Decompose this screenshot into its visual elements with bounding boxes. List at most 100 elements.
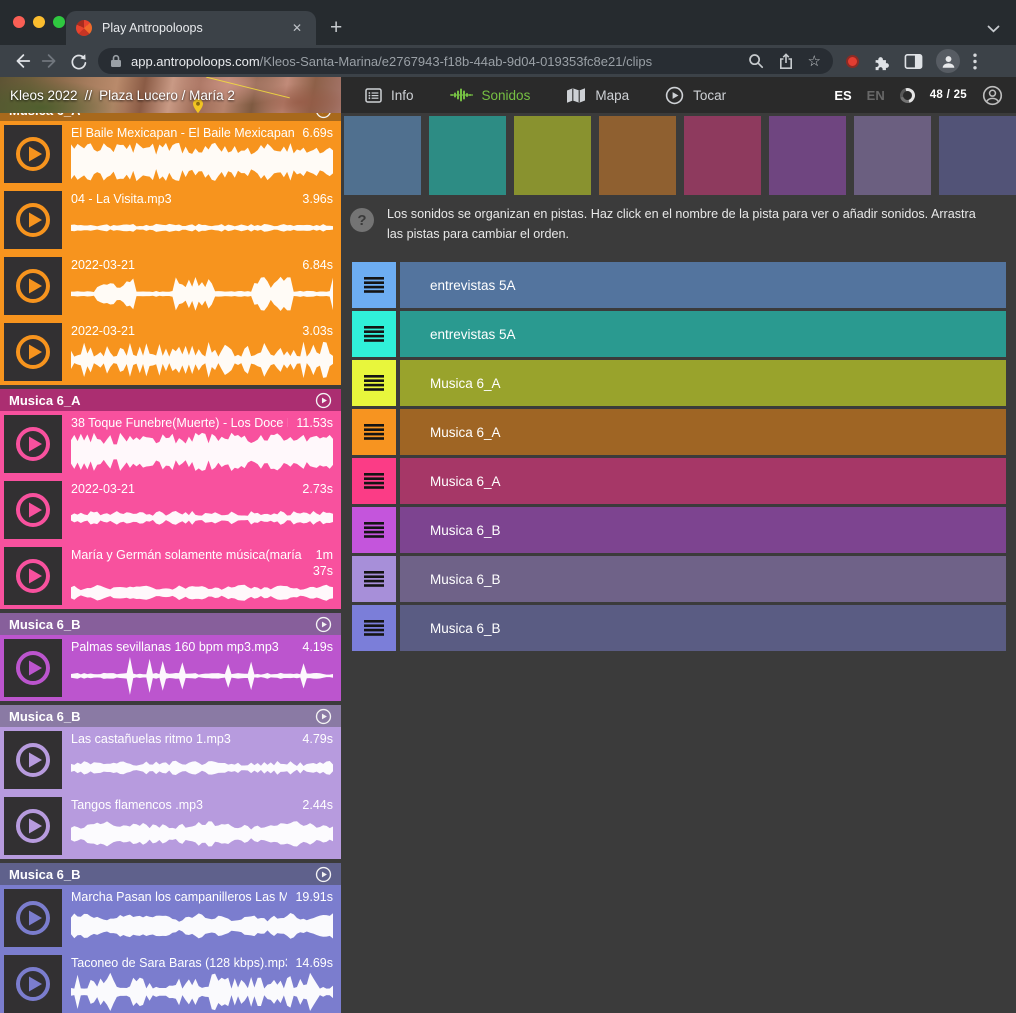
track-name-bar[interactable]: Musica 6_B (400, 605, 1006, 651)
clip-play-button[interactable] (4, 639, 62, 697)
browser-menu-kebab-icon[interactable] (973, 53, 977, 70)
track-section-header[interactable]: Musica 6_A (0, 113, 341, 121)
track-color-swatch[interactable] (939, 116, 1016, 195)
section-play-circle-icon[interactable] (315, 866, 332, 883)
track-row[interactable]: Musica 6_B (352, 507, 1006, 553)
section-play-circle-icon[interactable] (315, 616, 332, 633)
track-drag-handle[interactable] (352, 507, 396, 553)
clip-play-button[interactable] (4, 323, 62, 381)
clip-filename: Las castañuelas ritmo 1.mp3 (71, 731, 294, 747)
track-row[interactable]: Musica 6_A (352, 360, 1006, 406)
track-name-bar[interactable]: Musica 6_B (400, 556, 1006, 602)
breadcrumb[interactable]: Kleos 2022 // Plaza Lucero / María 2 (0, 77, 341, 113)
clip-duration: 2.44s (302, 797, 333, 813)
track-color-strip (344, 116, 1016, 195)
profile-avatar[interactable] (936, 49, 960, 73)
track-row[interactable]: Musica 6_A (352, 458, 1006, 504)
track-color-swatch[interactable] (599, 116, 676, 195)
nav-tab-sonidos[interactable]: Sonidos (450, 87, 531, 103)
clip-play-button[interactable] (4, 547, 62, 605)
section-play-circle-icon[interactable] (315, 392, 332, 409)
track-drag-handle[interactable] (352, 262, 396, 308)
clip-duration: 4.19s (302, 639, 333, 655)
close-window-button[interactable] (13, 16, 25, 28)
zoom-icon[interactable] (748, 53, 764, 69)
clip-play-button[interactable] (4, 481, 62, 539)
track-drag-handle[interactable] (352, 311, 396, 357)
track-row[interactable]: Musica 6_B (352, 556, 1006, 602)
nav-tab-tocar[interactable]: Tocar (665, 86, 726, 105)
track-name-bar[interactable]: Musica 6_A (400, 360, 1006, 406)
play-icon (14, 741, 52, 779)
track-section-header[interactable]: Musica 6_B (0, 613, 341, 635)
clip-play-button[interactable] (4, 191, 62, 249)
nav-tab-mapa[interactable]: Mapa (566, 87, 629, 104)
track-drag-handle[interactable] (352, 360, 396, 406)
back-button[interactable] (8, 47, 36, 75)
share-icon[interactable] (779, 53, 793, 70)
track-row[interactable]: entrevistas 5A (352, 311, 1006, 357)
track-name-bar[interactable]: entrevistas 5A (400, 311, 1006, 357)
sidebar-track-section: Musica 6_BLas castañuelas ritmo 1.mp34.7… (0, 705, 341, 859)
section-play-circle-icon[interactable] (315, 113, 332, 119)
extensions-puzzle-icon[interactable] (872, 52, 891, 71)
track-color-swatch[interactable] (344, 116, 421, 195)
track-name-bar[interactable]: Musica 6_A (400, 458, 1006, 504)
clip-filename: María y Germán solamente música(maría 2.… (71, 547, 305, 563)
forward-button[interactable] (36, 47, 64, 75)
nav-tab-label: Sonidos (482, 88, 531, 103)
track-row[interactable]: entrevistas 5A (352, 262, 1006, 308)
clip-play-button[interactable] (4, 731, 62, 789)
track-color-swatch[interactable] (769, 116, 846, 195)
clip-play-button[interactable] (4, 797, 62, 855)
track-section-header[interactable]: Musica 6_B (0, 705, 341, 727)
track-color-swatch[interactable] (684, 116, 761, 195)
clip-play-button[interactable] (4, 415, 62, 473)
drag-handle-icon (364, 522, 384, 538)
track-name-bar[interactable]: Musica 6_B (400, 507, 1006, 553)
fullscreen-window-button[interactable] (53, 16, 65, 28)
nav-tab-info[interactable]: Info (365, 88, 414, 103)
clip-waveform (71, 655, 333, 697)
track-color-swatch[interactable] (854, 116, 931, 195)
clip-duration: 14.69s (295, 955, 333, 971)
nav-tab-label: Info (391, 88, 414, 103)
section-play-circle-icon[interactable] (315, 708, 332, 725)
clip-play-button[interactable] (4, 257, 62, 315)
track-drag-handle[interactable] (352, 409, 396, 455)
sidebar-track-section: Musica 6_BPalmas sevillanas 160 bpm mp3.… (0, 613, 341, 701)
browser-tab[interactable]: Play Antropoloops ✕ (66, 11, 316, 45)
tab-search-chevron-icon[interactable] (987, 25, 1000, 33)
record-extension-icon[interactable] (846, 55, 859, 68)
track-drag-handle[interactable] (352, 556, 396, 602)
tab-close-icon[interactable]: ✕ (288, 19, 306, 37)
new-tab-button[interactable]: + (330, 17, 342, 38)
clip-duration: 6.69s (302, 125, 333, 141)
side-panel-icon[interactable] (904, 53, 923, 70)
track-row[interactable]: Musica 6_A (352, 409, 1006, 455)
track-drag-handle[interactable] (352, 605, 396, 651)
track-drag-handle[interactable] (352, 458, 396, 504)
track-name-bar[interactable]: Musica 6_A (400, 409, 1006, 455)
track-color-swatch[interactable] (514, 116, 591, 195)
lang-es-button[interactable]: ES (834, 88, 851, 103)
track-name-bar[interactable]: entrevistas 5A (400, 262, 1006, 308)
breadcrumb-project[interactable]: Kleos 2022 (10, 88, 78, 103)
minimize-window-button[interactable] (33, 16, 45, 28)
lang-en-button[interactable]: EN (867, 88, 885, 103)
clip-play-button[interactable] (4, 955, 62, 1013)
play-icon (14, 135, 52, 173)
track-section-header[interactable]: Musica 6_A (0, 389, 341, 411)
address-bar[interactable]: app.antropoloops.com/Kleos-Santa-Marina/… (98, 48, 833, 74)
play-icon (14, 807, 52, 845)
track-section-header[interactable]: Musica 6_B (0, 863, 341, 885)
omnibox-icons: ☆ (748, 53, 821, 70)
track-row[interactable]: Musica 6_B (352, 605, 1006, 651)
bookmark-star-icon[interactable]: ☆ (808, 54, 821, 69)
clip-play-button[interactable] (4, 125, 62, 183)
clip-play-button[interactable] (4, 889, 62, 947)
reload-button[interactable] (64, 47, 92, 75)
track-name: Musica 6_A (430, 474, 501, 489)
track-color-swatch[interactable] (429, 116, 506, 195)
account-icon[interactable] (982, 85, 1003, 106)
